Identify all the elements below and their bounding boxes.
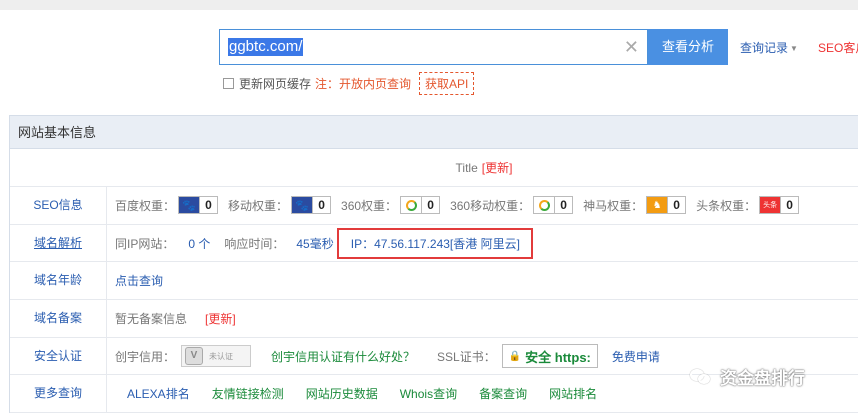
search-input-value[interactable]: ggbtc.com/ — [228, 38, 304, 56]
get-api-button[interactable]: 获取API — [419, 71, 475, 95]
ssl-label: SSL证书： — [437, 349, 496, 364]
credit-benefit-link[interactable]: 创宇信用认证有什么好处？ — [271, 348, 415, 365]
inner-page-note[interactable]: 注：开放内页查询 — [315, 75, 411, 92]
refresh-cache-label: 更新网页缓存 — [239, 76, 312, 91]
icp-query-link[interactable]: 备案查询 — [479, 385, 527, 402]
watermark-text: 资金盘排行 — [720, 369, 805, 388]
seo-label[interactable]: SEO信息 — [10, 187, 107, 224]
360-weight-label: 360权重： — [341, 198, 398, 213]
horse-icon: ♞ — [647, 197, 668, 214]
search-input[interactable]: ggbtc.com/ ✕ — [219, 29, 648, 65]
seo-weights: 百度权重： 🐾 0 移动权重： 🐾 0 360权重： 0 360移动权重： 0 神马… — [107, 196, 858, 215]
shenma-weight-badge[interactable]: ♞ 0 — [646, 196, 687, 215]
360-mobile-weight-label: 360移动权重： — [450, 198, 531, 213]
history-data-link[interactable]: 网站历史数据 — [306, 385, 378, 402]
domain-age-query-link[interactable]: 点击查询 — [115, 272, 163, 289]
toutiao-icon: 头条 — [760, 197, 781, 214]
domain-age-label: 域名年龄 — [10, 262, 107, 300]
title-row: Title [更新] — [10, 149, 858, 187]
credit-label: 创宇信用： — [115, 349, 176, 364]
toutiao-weight-badge[interactable]: 头条 0 — [759, 196, 800, 215]
icp-update-link[interactable]: [更新] — [205, 310, 236, 327]
same-ip-label: 同IP网站： — [115, 236, 175, 251]
paw-icon: 🐾 — [292, 197, 313, 214]
icp-label: 域名备案 — [10, 300, 107, 337]
seo-client-link[interactable]: SEO客户 — [818, 39, 858, 56]
query-history-label: 查询记录 — [740, 41, 789, 55]
response-time-value: 45毫秒 — [296, 236, 334, 251]
mobile-weight-badge[interactable]: 🐾 0 — [291, 196, 332, 215]
analyze-button[interactable]: 查看分析 — [648, 29, 728, 65]
top-strip — [0, 0, 858, 10]
domain-age-row: 域名年龄 点击查询 — [10, 262, 858, 301]
baidu-weight-label: 百度权重： — [115, 198, 176, 213]
wechat-watermark: 资金盘排行 — [690, 364, 805, 389]
shenma-weight-label: 神马权重： — [583, 198, 644, 213]
domain-age-info: 点击查询 — [107, 272, 858, 289]
icp-status: 暂无备案信息 — [115, 311, 188, 326]
query-history-dropdown[interactable]: 查询记录 ▼ — [740, 39, 798, 56]
mobile-weight-label: 移动权重： — [228, 198, 289, 213]
icp-row: 域名备案 暂无备案信息 [更新] — [10, 300, 858, 338]
ssl-apply-link[interactable]: 免费申请 — [612, 348, 660, 365]
whois-link[interactable]: Whois查询 — [400, 385, 457, 402]
more-query-label: 更多查询 — [10, 375, 107, 413]
credit-badge[interactable]: V 未认证 — [181, 345, 252, 368]
wechat-icon — [690, 368, 712, 386]
close-icon[interactable]: ✕ — [624, 36, 639, 58]
friend-link-check[interactable]: 友情链接检测 — [212, 385, 284, 402]
security-label: 安全认证 — [10, 337, 107, 375]
ring-icon — [401, 197, 422, 214]
lock-icon: 🔒 — [508, 350, 522, 362]
site-rank-link[interactable]: 网站排名 — [549, 385, 597, 402]
refresh-cache-checkbox[interactable] — [223, 77, 234, 89]
dns-label[interactable]: 域名解析 — [10, 224, 107, 262]
title-label: Title — [455, 160, 478, 175]
title-update-link[interactable]: [更新] — [482, 159, 513, 176]
ssl-badge[interactable]: 🔒 安全 https: — [501, 344, 598, 369]
panel-title: 网站基本信息 — [10, 115, 858, 149]
paw-icon: 🐾 — [179, 197, 200, 214]
360-mobile-weight-badge[interactable]: 0 — [533, 196, 574, 215]
icp-info: 暂无备案信息 [更新] — [107, 310, 858, 327]
ip-highlight-box — [337, 227, 533, 259]
response-time-label: 响应时间： — [224, 236, 285, 251]
ring-icon — [534, 197, 555, 214]
360-weight-badge[interactable]: 0 — [400, 196, 441, 215]
shield-icon: V — [185, 347, 204, 366]
baidu-weight-badge[interactable]: 🐾 0 — [178, 196, 219, 215]
seo-row: SEO信息 百度权重： 🐾 0 移动权重： 🐾 0 360权重： 0 360移动权重… — [10, 187, 858, 225]
toutiao-weight-label: 头条权重： — [696, 198, 757, 213]
dns-row: 域名解析 同IP网站： 0 个 响应时间： 45毫秒 IP：47.56.117.… — [10, 224, 858, 263]
search-options: 更新网页缓存 注：开放内页查询 获取API — [223, 71, 475, 95]
same-ip-count[interactable]: 0 个 — [188, 235, 210, 252]
chevron-down-icon: ▼ — [790, 44, 798, 53]
alexa-link[interactable]: ALEXA排名 — [127, 385, 190, 402]
